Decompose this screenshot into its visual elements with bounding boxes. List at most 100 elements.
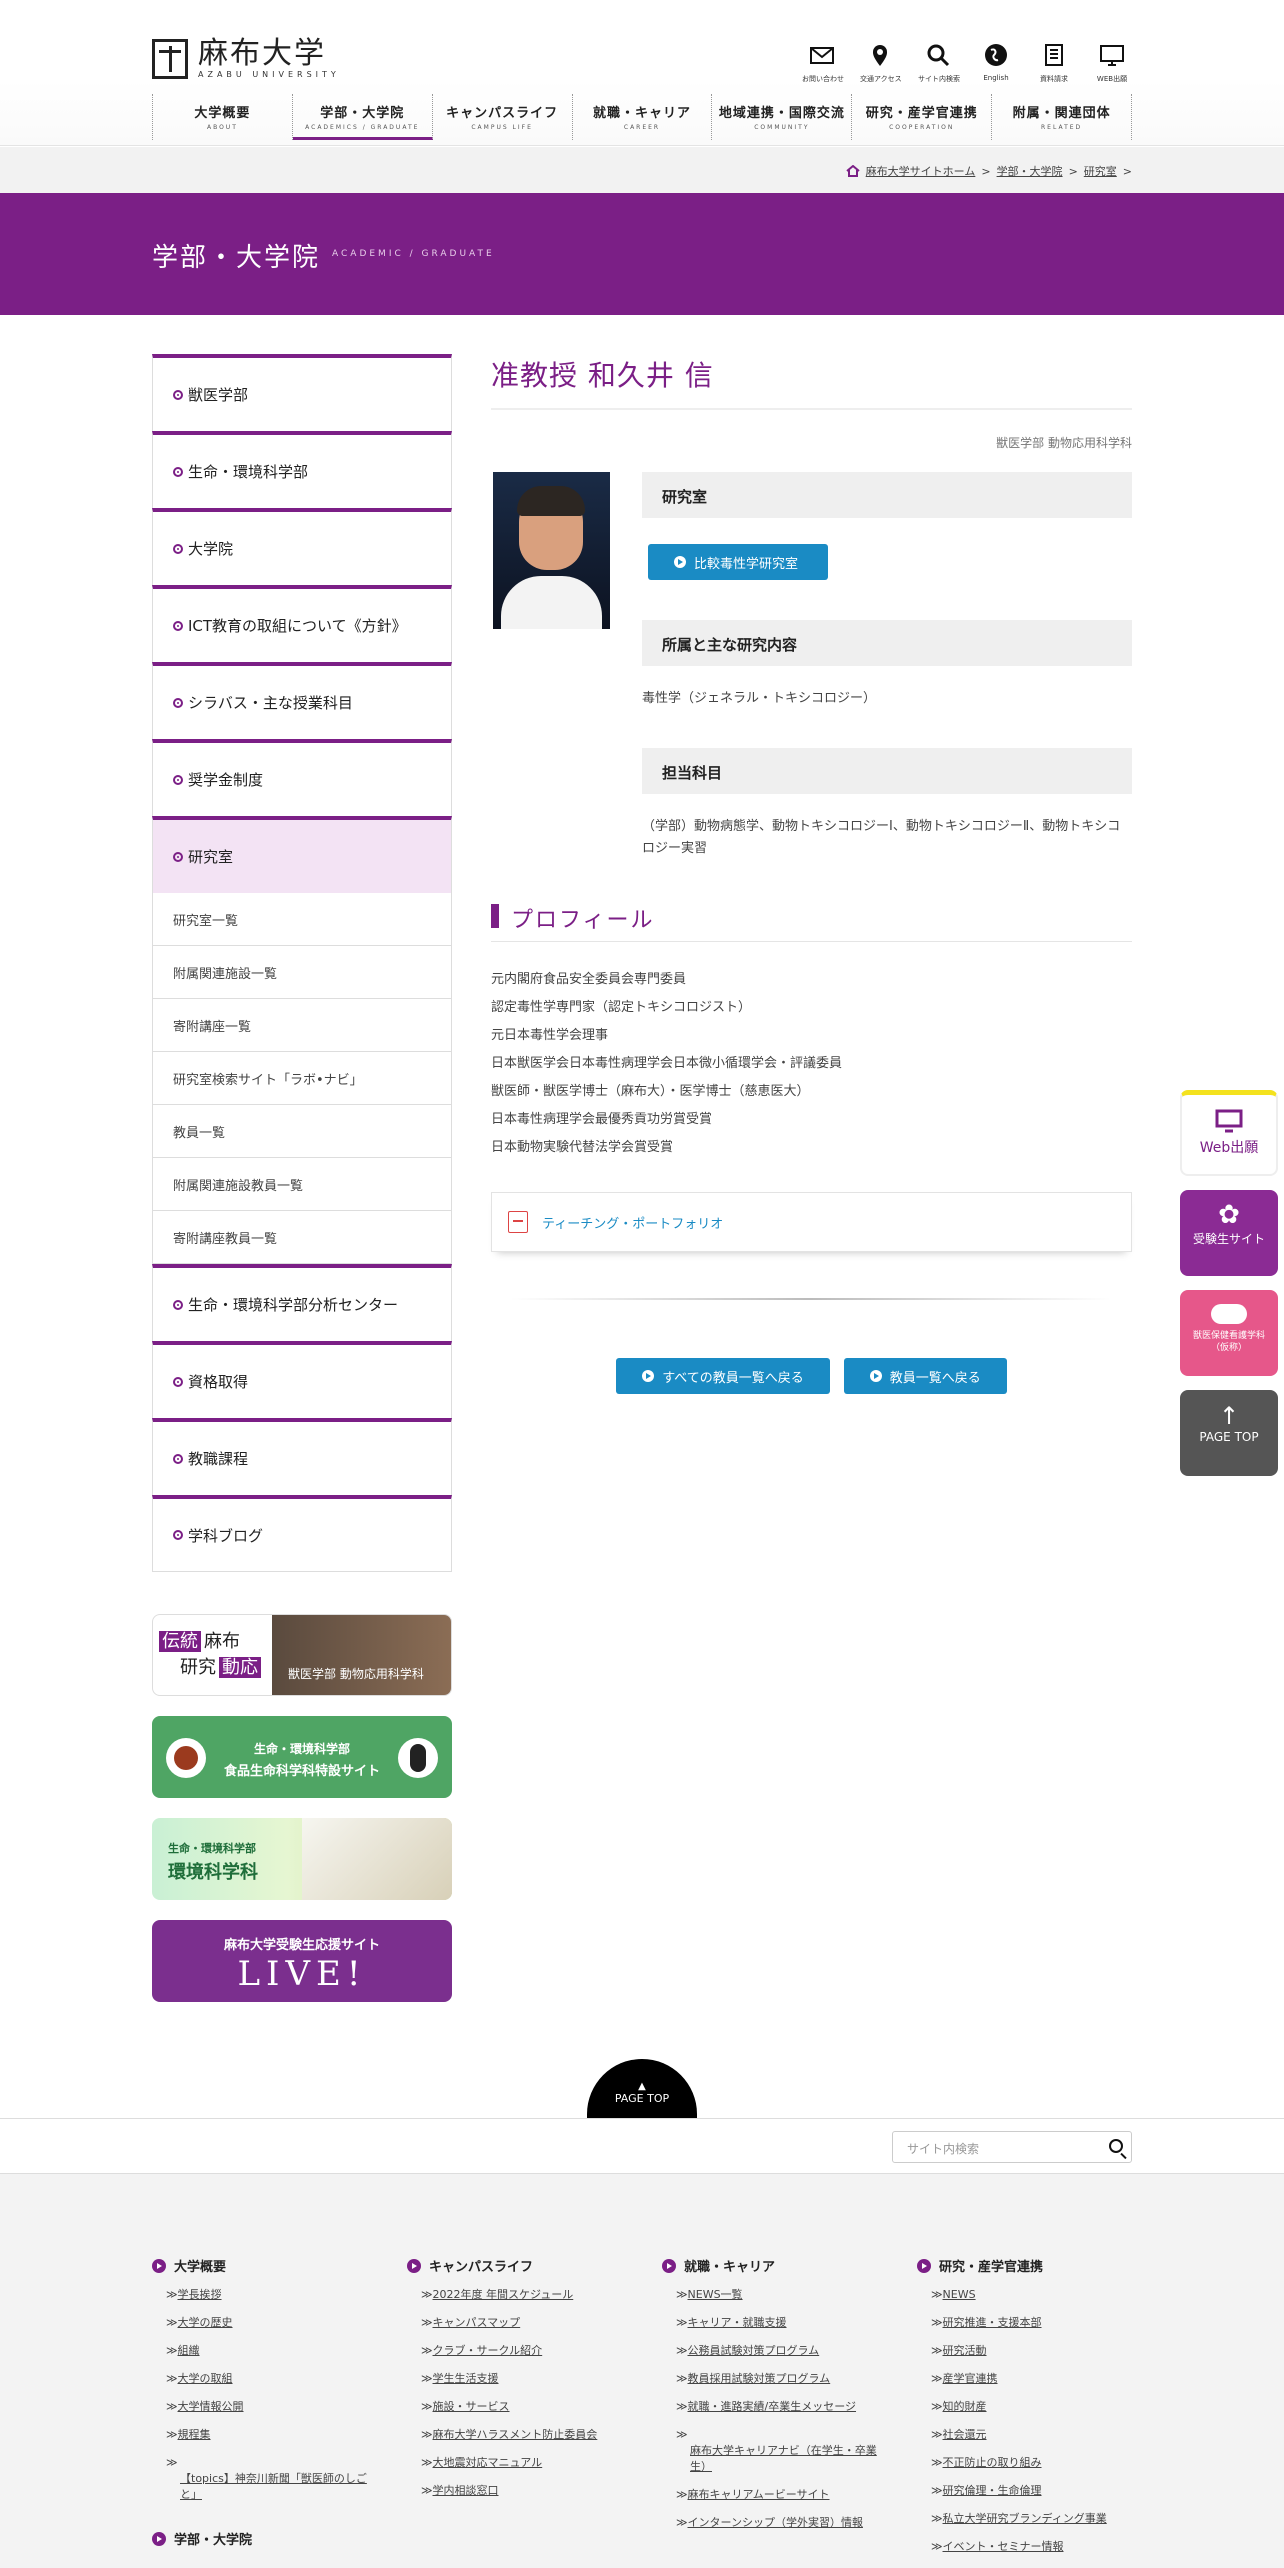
sidebar-item-certification[interactable]: 資格取得 bbox=[152, 1341, 452, 1418]
footer-heading[interactable]: キャンパスライフ bbox=[407, 2256, 637, 2275]
sidebar-item-syllabus[interactable]: シラバス・主な授業科目 bbox=[152, 662, 452, 739]
sidebar-item-blog[interactable]: 学科ブログ bbox=[152, 1495, 452, 1572]
footer-link[interactable]: ≫就職・進路実績/卒業生メッセージ bbox=[662, 2399, 892, 2415]
sidebar-item-graduate[interactable]: 大学院 bbox=[152, 508, 452, 585]
footer-link[interactable]: ≫麻布大学キャリアナビ（在学生・卒業生） bbox=[662, 2427, 892, 2475]
footer-link[interactable]: ≫公務員試験対策プログラム bbox=[662, 2343, 892, 2359]
sidebar-item-vet[interactable]: 獣医学部 bbox=[152, 354, 452, 431]
footer-link[interactable]: ≫学長挨拶 bbox=[152, 2287, 382, 2303]
footer-link[interactable]: ≫大学情報公開 bbox=[152, 2399, 382, 2415]
footer-link[interactable]: ≫【topics】神奈川新聞「獣医師のしごと」 bbox=[152, 2455, 382, 2503]
footer-link[interactable]: ≫研究推進・支援本部 bbox=[917, 2315, 1132, 2331]
footer-link[interactable]: ≫産学官連携 bbox=[917, 2371, 1132, 2387]
banner-animal-science[interactable]: 伝統 麻布 研究 動応 獣医学部 動物応用科学科 bbox=[152, 1614, 452, 1696]
footer-link[interactable]: ≫キャンパスマップ bbox=[407, 2315, 637, 2331]
nav-campus-life[interactable]: キャンパスライフ CAMPUS LIFE bbox=[433, 94, 573, 140]
sidebar-sub-item[interactable]: 研究室一覧 bbox=[152, 893, 452, 946]
footer-link[interactable]: ≫麻布大学ハラスメント防止委員会 bbox=[407, 2427, 637, 2443]
footer-heading-label: 学部・大学院 bbox=[174, 2533, 253, 2548]
util-web-apply[interactable]: WEB出願 bbox=[1092, 42, 1132, 84]
float-vet-nursing[interactable]: 獣医保健看護学科（仮称） bbox=[1180, 1290, 1278, 1376]
footer-heading[interactable]: 学部・大学院 bbox=[152, 2529, 382, 2548]
float-page-top[interactable]: ↑ PAGE TOP bbox=[1180, 1390, 1278, 1476]
footer-link[interactable]: ≫研究倫理・生命倫理 bbox=[917, 2483, 1132, 2499]
footer-heading-label: 研究・産学官連携 bbox=[939, 2260, 1044, 2275]
footer-link[interactable]: ≫施設・サービス bbox=[407, 2399, 637, 2415]
banner-caption: 獣医学部 動物応用科学科 bbox=[288, 1667, 424, 1681]
site-footer: 大学概要 ≫学長挨拶 ≫大学の歴史 ≫組織 ≫大学の取組 ≫大学情報公開 ≫規程… bbox=[0, 2174, 1284, 2568]
bullet-icon bbox=[152, 2258, 166, 2273]
util-label: サイト内検索 bbox=[918, 75, 960, 83]
footer-link[interactable]: ≫大学の歴史 bbox=[152, 2315, 382, 2331]
sidebar-item-scholarship[interactable]: 奨学金制度 bbox=[152, 739, 452, 816]
footer-link[interactable]: ≫クラブ・サークル紹介 bbox=[407, 2343, 637, 2359]
footer-link[interactable]: ≫イベント・セミナー情報 bbox=[917, 2539, 1132, 2555]
util-english[interactable]: English bbox=[976, 42, 1016, 84]
footer-link[interactable]: ≫キャリア・就職支援 bbox=[662, 2315, 892, 2331]
footer-heading[interactable]: 研究・産学官連携 bbox=[917, 2256, 1132, 2275]
sidebar-sub-item[interactable]: 研究室検索サイト「ラボ•ナビ」 bbox=[152, 1052, 452, 1105]
nav-career[interactable]: 就職・キャリア CAREER bbox=[573, 94, 713, 140]
footer-link[interactable]: ≫麻布キャリアムービーサイト bbox=[662, 2487, 892, 2503]
nav-community[interactable]: 地域連携・国際交流 COMMUNITY bbox=[712, 94, 853, 140]
page-top-button[interactable]: ▲ PAGE TOP bbox=[587, 2059, 697, 2119]
site-logo[interactable]: 麻布大学 AZABU UNIVERSITY bbox=[152, 38, 340, 79]
banner-live[interactable]: 麻布大学受験生応援サイト LIVE! bbox=[152, 1920, 452, 2002]
banner-food-science[interactable]: 生命・環境科学部 食品生命科学科特設サイト bbox=[152, 1716, 452, 1798]
search-icon[interactable] bbox=[1109, 2139, 1123, 2153]
sidebar-sub-item[interactable]: 附属関連施設教員一覧 bbox=[152, 1158, 452, 1211]
footer-link[interactable]: ≫研究活動 bbox=[917, 2343, 1132, 2359]
nav-about[interactable]: 大学概要 ABOUT bbox=[153, 94, 293, 140]
sidebar-sub-item[interactable]: 教員一覧 bbox=[152, 1105, 452, 1158]
nav-academics[interactable]: 学部・大学院 ACADEMICS / GRADUATE bbox=[292, 94, 433, 140]
sidebar-item-teaching[interactable]: 教職課程 bbox=[152, 1418, 452, 1495]
breadcrumb-academics[interactable]: 学部・大学院 bbox=[997, 163, 1063, 179]
sidebar-sub-item[interactable]: 寄附講座教員一覧 bbox=[152, 1211, 452, 1264]
sidebar-item-analysis-center[interactable]: 生命・環境科学部分析センター bbox=[152, 1264, 452, 1341]
sidebar-sub-item[interactable]: 附属関連施設一覧 bbox=[152, 946, 452, 999]
footer-link[interactable]: ≫規程集 bbox=[152, 2427, 382, 2443]
footer-link[interactable]: ≫社会還元 bbox=[917, 2427, 1132, 2443]
footer-link[interactable]: ≫NEWS一覧 bbox=[662, 2287, 892, 2303]
footer-link[interactable]: ≫大地震対応マニュアル bbox=[407, 2455, 637, 2471]
teaching-portfolio-link[interactable]: ティーチング・ポートフォリオ bbox=[491, 1192, 1132, 1252]
footer-heading[interactable]: 就職・キャリア bbox=[662, 2256, 892, 2275]
back-buttons: すべての教員一覧へ戻る 教員一覧へ戻る bbox=[491, 1358, 1132, 1394]
footer-link[interactable]: ≫学内相談窓口 bbox=[407, 2483, 637, 2499]
footer-link[interactable]: ≫知的財産 bbox=[917, 2399, 1132, 2415]
nav-cooperation[interactable]: 研究・産学官連携 COOPERATION bbox=[852, 94, 993, 140]
sidebar-sub-item[interactable]: 寄附講座一覧 bbox=[152, 999, 452, 1052]
banner-environment[interactable]: 生命・環境科学部 環境科学科 bbox=[152, 1818, 452, 1900]
sidebar: 獣医学部 生命・環境科学部 大学院 ICT教育の取組について《方針》 シラバス・… bbox=[152, 354, 452, 1572]
util-contact[interactable]: お問い合わせ bbox=[802, 42, 844, 84]
nav-sublabel: CAMPUS LIFE bbox=[471, 124, 533, 131]
util-brochure[interactable]: 資料請求 bbox=[1034, 42, 1074, 84]
footer-link[interactable]: ≫私立大学研究ブランディング事業 bbox=[917, 2511, 1132, 2527]
float-label: Web出願 bbox=[1199, 1140, 1259, 1156]
footer-heading[interactable]: 大学概要 bbox=[152, 2256, 382, 2275]
footer-link[interactable]: ≫大学の取組 bbox=[152, 2371, 382, 2387]
util-access[interactable]: 交通アクセス bbox=[860, 42, 902, 84]
float-exam-site[interactable]: ✿ 受験生サイト bbox=[1180, 1190, 1278, 1276]
nav-label: 地域連携・国際交流 bbox=[718, 106, 845, 121]
footer-link[interactable]: ≫NEWS bbox=[917, 2287, 1132, 2303]
footer-link[interactable]: ≫学生生活支援 bbox=[407, 2371, 637, 2387]
site-search-input[interactable]: サイト内検索 bbox=[892, 2131, 1132, 2163]
util-search[interactable]: サイト内検索 bbox=[918, 42, 960, 84]
sidebar-item-life-env[interactable]: 生命・環境科学部 bbox=[152, 431, 452, 508]
lab-link-button[interactable]: 比較毒性学研究室 bbox=[648, 544, 829, 580]
float-web-apply[interactable]: Web出願 bbox=[1180, 1090, 1278, 1176]
back-faculty-button[interactable]: 教員一覧へ戻る bbox=[843, 1358, 1007, 1394]
section-heading: 担当科目 bbox=[642, 748, 1132, 794]
sidebar-item-ict[interactable]: ICT教育の取組について《方針》 bbox=[152, 585, 452, 662]
footer-link[interactable]: ≫組織 bbox=[152, 2343, 382, 2359]
sidebar-item-lab[interactable]: 研究室 bbox=[152, 816, 452, 893]
breadcrumb-lab[interactable]: 研究室 bbox=[1084, 163, 1117, 179]
footer-link[interactable]: ≫インターンシップ（学外実習）情報 bbox=[662, 2515, 892, 2531]
footer-link[interactable]: ≫2022年度 年間スケジュール bbox=[407, 2287, 637, 2303]
footer-link[interactable]: ≫不正防止の取り組み bbox=[917, 2455, 1132, 2471]
nav-related[interactable]: 附属・関連団体 RELATED bbox=[992, 94, 1133, 140]
breadcrumb-home[interactable]: 麻布大学サイトホーム bbox=[866, 163, 976, 179]
footer-link[interactable]: ≫教員採用試験対策プログラム bbox=[662, 2371, 892, 2387]
back-all-faculty-button[interactable]: すべての教員一覧へ戻る bbox=[616, 1358, 830, 1394]
